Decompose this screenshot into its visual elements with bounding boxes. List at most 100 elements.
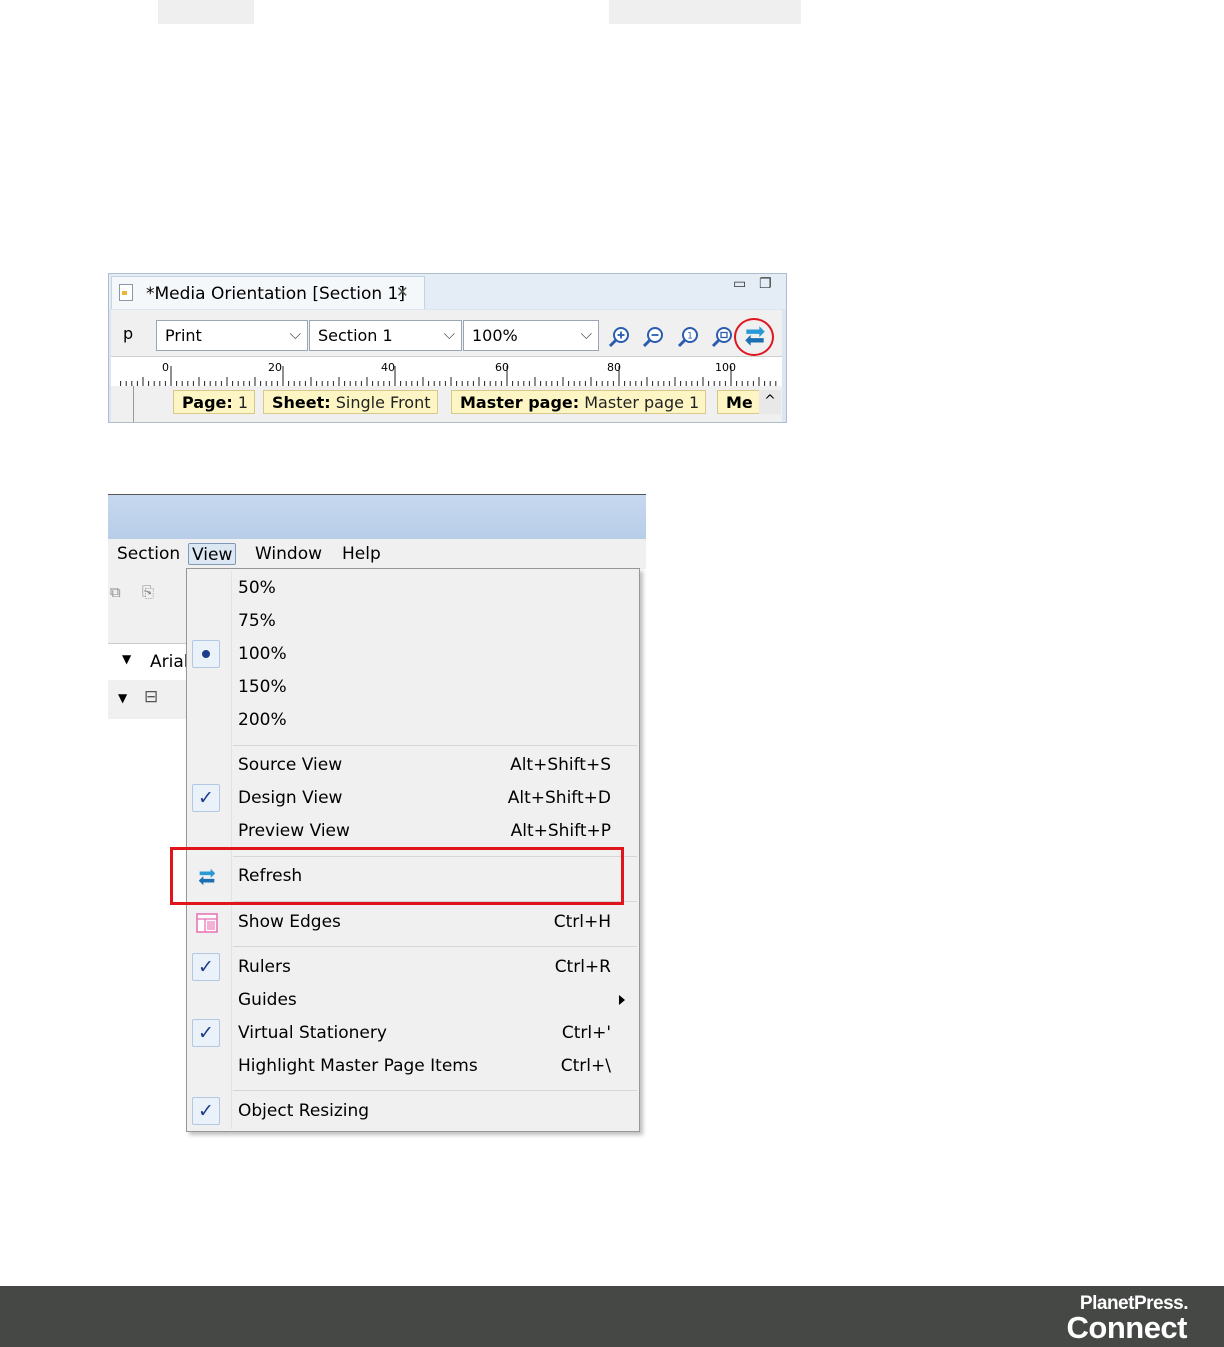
menu-item-zoom-75[interactable]: 75% — [187, 605, 639, 638]
menu-item-label: Object Resizing — [238, 1101, 370, 1121]
menu-item-zoom-50[interactable]: 50% — [187, 572, 639, 605]
toolbar-icon[interactable]: ⎘ — [142, 583, 154, 601]
close-icon[interactable]: ✕ — [396, 283, 409, 301]
menu-item-shortcut: Alt+Shift+P — [510, 821, 611, 841]
ruler-ticks — [120, 366, 777, 386]
format-toolbar: ▼ ⊟ — [108, 681, 188, 717]
menu-item-source-view[interactable]: Source View Alt+Shift+S — [187, 749, 639, 782]
status-sheet-label: Sheet: — [272, 393, 331, 412]
menu-item-label: Guides — [238, 990, 297, 1010]
menu-window[interactable]: Window — [252, 543, 325, 565]
menu-item-zoom-150[interactable]: 150% — [187, 671, 639, 704]
menu-item-guides[interactable]: Guides — [187, 984, 639, 1017]
section-combo-value: Section 1 — [318, 326, 393, 345]
section-combo[interactable]: Section 1 ⌵ — [309, 320, 462, 351]
status-page-label: Page: — [182, 393, 233, 412]
zoom-out-icon[interactable] — [641, 325, 665, 349]
menu-item-zoom-200[interactable]: 200% — [187, 704, 639, 737]
zoom-in-icon[interactable] — [607, 325, 631, 349]
svg-text:1: 1 — [687, 332, 693, 342]
menu-item-label: Highlight Master Page Items — [238, 1056, 478, 1076]
menu-item-label: 100% — [238, 644, 287, 664]
ruler-label: 0 — [162, 361, 169, 374]
menu-item-label: 150% — [238, 677, 287, 697]
editor-toolbar: p Print ⌵ Section 1 ⌵ 100% ⌵ 1 — [111, 310, 782, 356]
menu-item-highlight-master-page-items[interactable]: Highlight Master Page Items Ctrl+\ — [187, 1050, 639, 1083]
ruler-label: 20 — [268, 361, 282, 374]
menu-item-label: 75% — [238, 611, 276, 631]
top-placeholder-right — [609, 0, 801, 24]
brand-product: Connect — [1066, 1310, 1188, 1345]
paragraph-label: p — [123, 324, 134, 343]
restore-icon[interactable]: ❐ — [759, 276, 772, 292]
checkmark-icon: ✓ — [192, 1019, 220, 1047]
menu-separator — [233, 745, 637, 746]
caret-down-icon[interactable]: ▼ — [122, 652, 131, 666]
font-toolbar: ▼ Arial — [108, 643, 188, 680]
document-icon — [119, 284, 133, 301]
submenu-arrow-icon — [619, 995, 625, 1005]
refresh-highlight-circle — [734, 318, 774, 356]
status-master-label: Master page: — [460, 393, 580, 412]
editor-tab-strip: *Media Orientation [Section 1] ✕ ▭ ❐ — [109, 274, 786, 309]
menu-item-preview-view[interactable]: Preview View Alt+Shift+P — [187, 815, 639, 848]
editor-tab-title: *Media Orientation [Section 1] — [146, 284, 405, 304]
font-combo-value[interactable]: Arial — [150, 652, 188, 672]
zoom-fit-icon[interactable] — [710, 325, 734, 349]
chevron-down-icon: ⌵ — [443, 325, 455, 343]
menu-item-object-resizing[interactable]: ✓ Object Resizing — [187, 1095, 639, 1128]
editor-panel: *Media Orientation [Section 1] ✕ ▭ ❐ p P… — [108, 273, 787, 423]
menu-item-rulers[interactable]: ✓ Rulers Ctrl+R — [187, 951, 639, 984]
menu-separator — [233, 946, 637, 947]
footer-bar: PlanetPress. Connect — [0, 1286, 1224, 1347]
box-icon[interactable]: ⊟ — [144, 687, 158, 707]
status-sheet-value: Single Front — [335, 393, 431, 412]
zoom-actual-size-icon[interactable]: 1 — [676, 325, 700, 349]
background-toolbar: ⧉ ⎘ ▼ Arial ▼ ⊟ — [108, 569, 188, 719]
chevron-down-icon: ⌵ — [580, 325, 592, 343]
checkmark-icon: ✓ — [192, 784, 220, 812]
status-sheet: Sheet: Single Front — [263, 390, 438, 414]
toolbar-icon[interactable]: ⧉ — [110, 583, 121, 601]
status-media: Me — [717, 390, 763, 414]
menu-item-shortcut: Alt+Shift+S — [510, 755, 611, 775]
menu-item-shortcut: Ctrl+\ — [560, 1056, 611, 1076]
menu-item-virtual-stationery[interactable]: ✓ Virtual Stationery Ctrl+' — [187, 1017, 639, 1050]
vertical-ruler-edge — [133, 386, 134, 422]
ruler-label: 60 — [495, 361, 509, 374]
menu-item-shortcut: Ctrl+H — [553, 912, 611, 932]
menu-item-label: Rulers — [238, 957, 291, 977]
editor-tab[interactable]: *Media Orientation [Section 1] ✕ — [111, 276, 425, 309]
ruler-label: 100 — [715, 361, 736, 374]
top-placeholder-left — [158, 0, 254, 24]
menu-item-label: Show Edges — [238, 912, 341, 932]
menu-bar: Section View Window Help — [108, 539, 646, 569]
menu-item-design-view[interactable]: ✓ Design View Alt+Shift+D — [187, 782, 639, 815]
menu-section[interactable]: Section — [114, 543, 183, 565]
menu-item-zoom-100[interactable]: 100% — [187, 638, 639, 671]
zoom-combo[interactable]: 100% ⌵ — [463, 320, 599, 351]
menu-separator — [233, 1090, 637, 1091]
minimize-icon[interactable]: ▭ — [733, 276, 746, 292]
status-page: Page: 1 — [173, 390, 256, 414]
output-combo-value: Print — [165, 326, 202, 345]
output-combo[interactable]: Print ⌵ — [156, 320, 308, 351]
menu-help[interactable]: Help — [339, 543, 384, 565]
menu-item-label: Preview View — [238, 821, 350, 841]
menu-item-shortcut: Alt+Shift+D — [507, 788, 611, 808]
menu-view[interactable]: View — [188, 543, 237, 565]
ruler-label: 80 — [607, 361, 621, 374]
show-edges-icon — [196, 913, 218, 933]
checkmark-icon: ✓ — [192, 953, 220, 981]
zoom-combo-value: 100% — [472, 326, 518, 345]
checkmark-icon: ✓ — [192, 1097, 220, 1125]
menu-item-label: Design View — [238, 788, 343, 808]
status-media-label: Me — [726, 393, 753, 412]
status-master-page: Master page: Master page 1 — [451, 390, 707, 414]
scroll-up-button[interactable]: ^ — [759, 390, 781, 414]
menu-item-shortcut: Ctrl+R — [554, 957, 611, 977]
menu-item-show-edges[interactable]: Show Edges Ctrl+H — [187, 906, 639, 939]
menu-item-label: Source View — [238, 755, 343, 775]
status-master-value: Master page 1 — [584, 393, 700, 412]
caret-down-icon[interactable]: ▼ — [118, 691, 127, 705]
